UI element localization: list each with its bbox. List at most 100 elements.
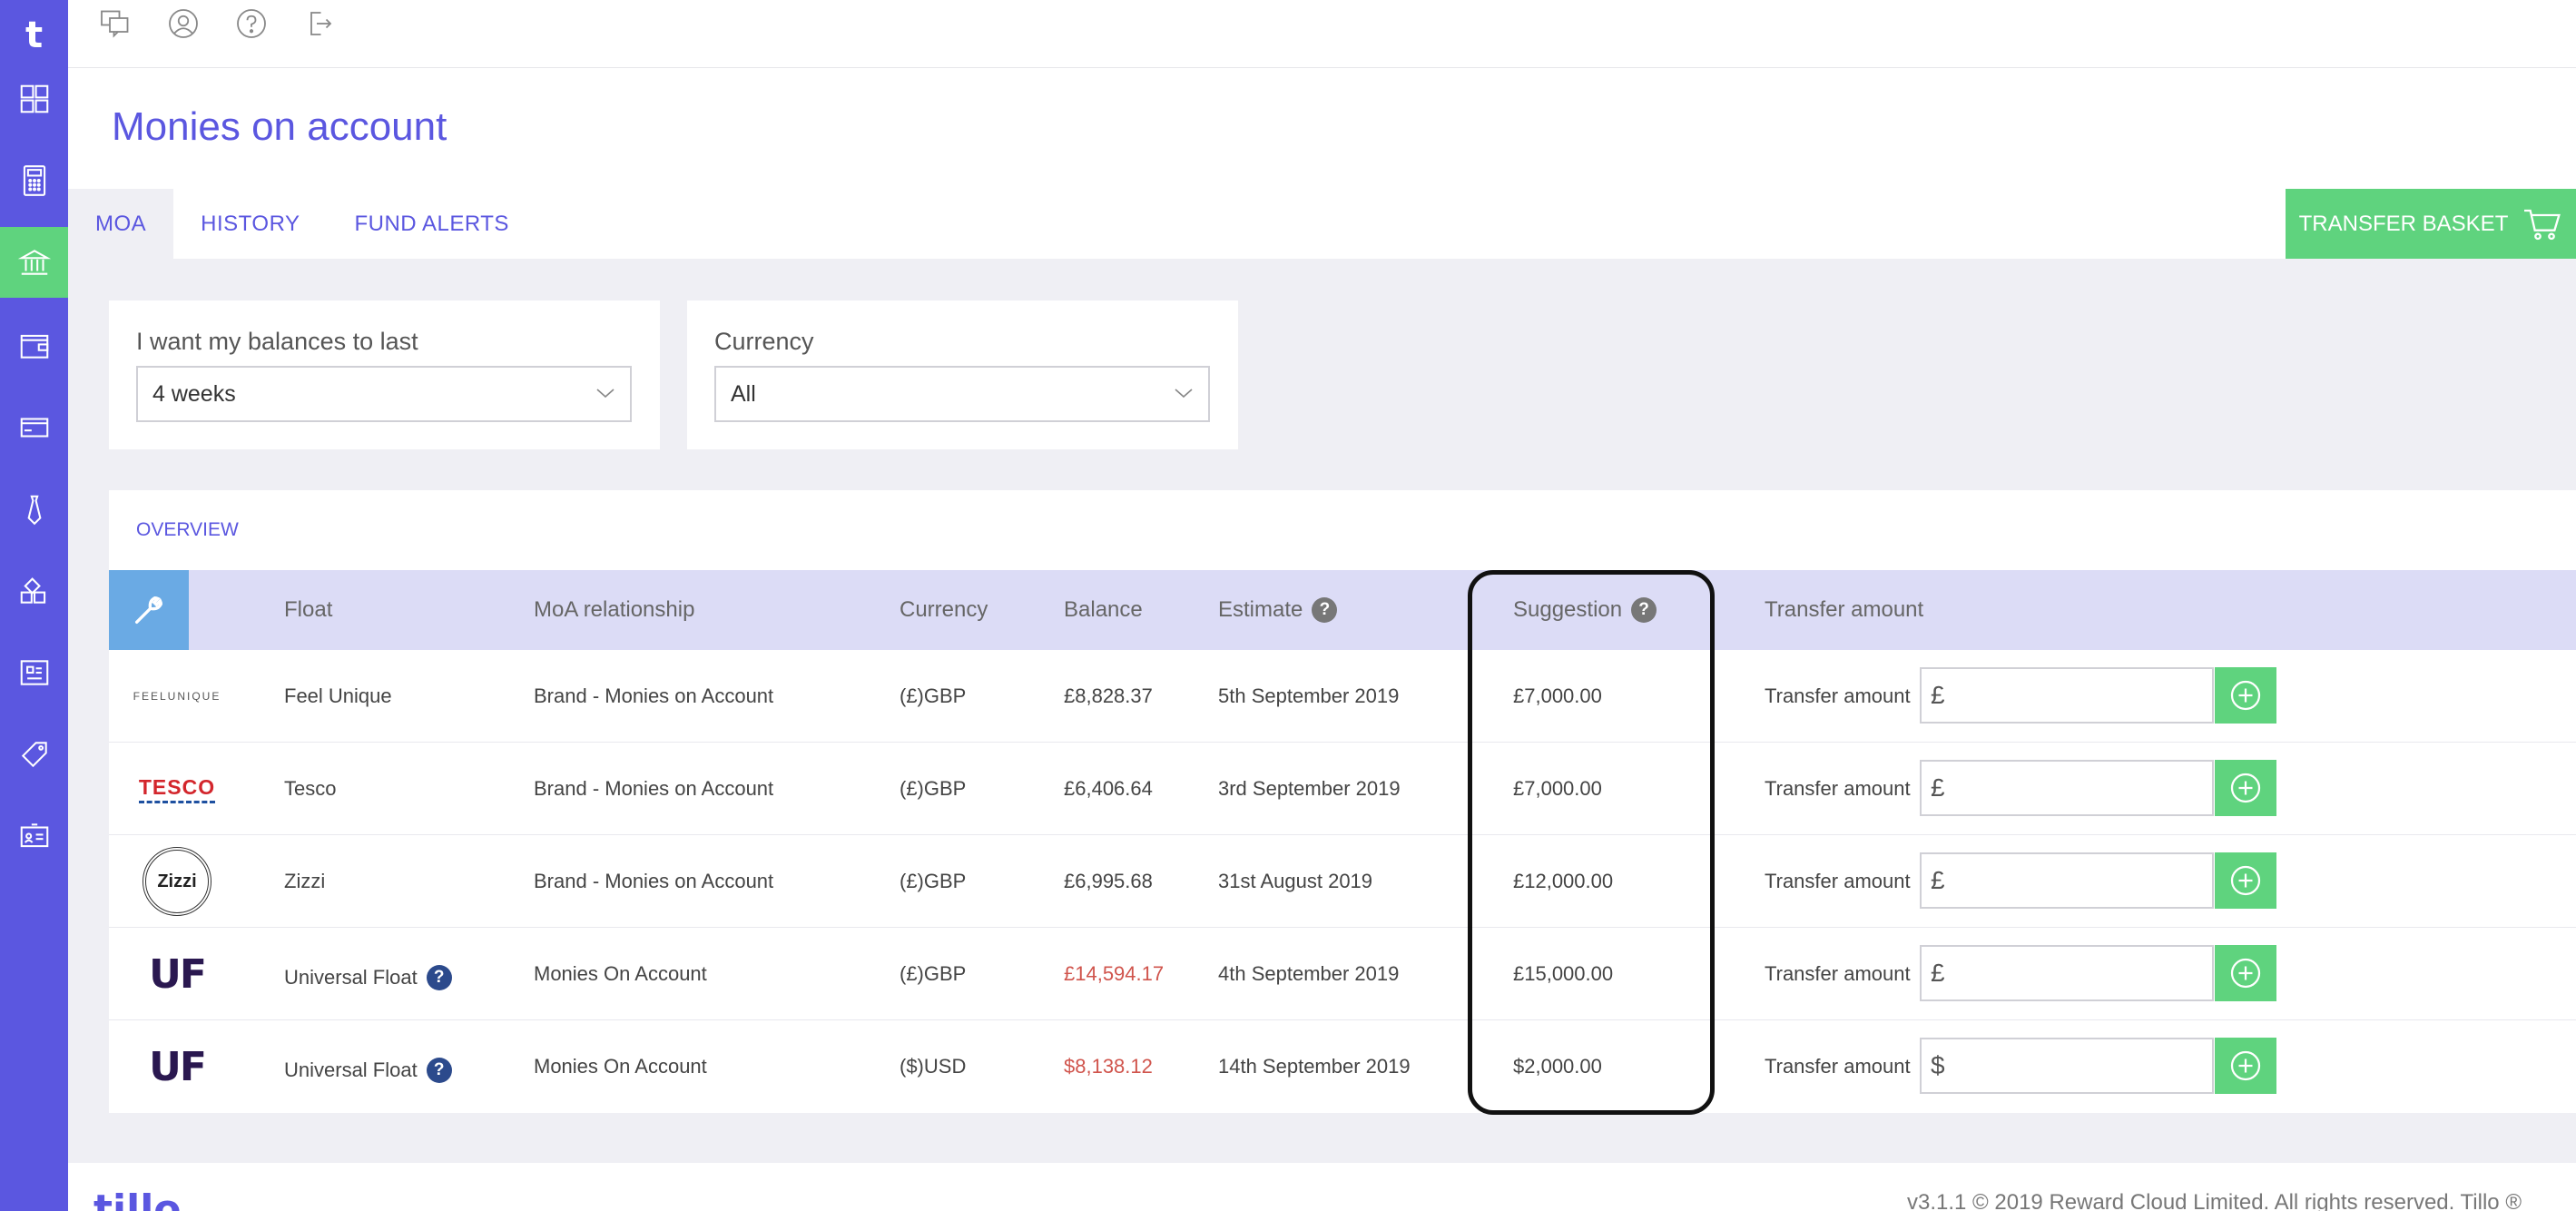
tag-icon: [21, 742, 47, 768]
page-title: Monies on account: [112, 104, 447, 149]
messages-button[interactable]: [97, 5, 133, 42]
table-row: UF Universal Float ? Monies On Account (…: [109, 1020, 2576, 1113]
help-button[interactable]: [233, 5, 270, 42]
transfer-amount-input[interactable]: £: [1920, 760, 2214, 816]
currency-symbol: $: [1931, 1051, 1945, 1079]
tesco-logo: TESCO: [138, 743, 216, 835]
add-to-basket-button[interactable]: [2215, 667, 2276, 724]
tab-fund-alerts[interactable]: FUND ALERTS: [327, 189, 536, 259]
sidebar-item-pricing[interactable]: [0, 719, 68, 790]
transfer-amount-label: Transfer amount: [1765, 777, 1911, 800]
chevron-down-icon: [1175, 389, 1193, 399]
boxes-icon: [20, 577, 45, 604]
balance: £8,828.37: [1064, 684, 1153, 707]
user-icon: [169, 9, 198, 38]
transfer-amount-input[interactable]: £: [1920, 667, 2214, 724]
balance: £14,594.17: [1064, 962, 1165, 985]
estimate: 4th September 2019: [1218, 962, 1400, 985]
column-header-relationship[interactable]: MoA relationship: [534, 570, 694, 650]
column-header-float[interactable]: Float: [284, 570, 332, 650]
relationship: Brand - Monies on Account: [534, 777, 774, 800]
sidebar-item-dashboard[interactable]: [0, 64, 68, 134]
column-header-estimate[interactable]: Estimate ?: [1218, 570, 1338, 650]
float-name: Zizzi: [284, 870, 326, 892]
currency: (£)GBP: [900, 962, 967, 985]
add-to-basket-button[interactable]: [2215, 760, 2276, 816]
footer: tillo v3.1.1 © 2019 Reward Cloud Limited…: [68, 1163, 2576, 1211]
universal-float-help-icon[interactable]: ?: [426, 965, 452, 990]
sidebar-item-cards[interactable]: [0, 392, 68, 463]
currency-symbol: £: [1931, 773, 1945, 802]
currency-label: Currency: [714, 328, 814, 355]
relationship: Brand - Monies on Account: [534, 870, 774, 892]
relationship: Brand - Monies on Account: [534, 684, 774, 707]
column-header-suggestion[interactable]: Suggestion ?: [1513, 570, 1657, 650]
sidebar-item-wallet[interactable]: [0, 310, 68, 381]
bank-icon: [17, 250, 51, 275]
float-name: Tesco: [284, 777, 337, 800]
universal-float-logo: UF: [149, 1043, 207, 1090]
suggestion: $2,000.00: [1513, 1055, 1602, 1078]
tab-moa[interactable]: MOA: [68, 189, 174, 259]
id-card-icon: [20, 823, 48, 848]
transfer-amount-input[interactable]: £: [1920, 945, 2214, 1001]
table-settings-button[interactable]: [109, 570, 189, 650]
suggestion: £12,000.00: [1513, 870, 1614, 892]
suggestion-header-label: Suggestion: [1513, 597, 1623, 622]
suggestion: £7,000.00: [1513, 777, 1602, 800]
feelunique-logo: FEELUNIQUE: [133, 690, 221, 703]
estimate-header-label: Estimate: [1218, 597, 1303, 622]
dashboard-icon: [20, 84, 48, 113]
app-logo[interactable]: t: [0, 0, 68, 71]
currency: (£)GBP: [900, 684, 967, 707]
overview-panel: OVERVIEW Float MoA relationship Currency…: [109, 490, 2576, 1113]
balance-duration-card: I want my balances to last 4 weeks: [109, 300, 660, 449]
suggestion-help-icon[interactable]: ?: [1631, 597, 1657, 623]
column-header-balance[interactable]: Balance: [1064, 570, 1143, 650]
transfer-basket-button[interactable]: TRANSFER BASKET: [2286, 189, 2576, 259]
tab-history[interactable]: HISTORY: [173, 189, 327, 259]
zizzi-logo: Zizzi: [138, 835, 216, 928]
universal-float-help-icon[interactable]: ?: [426, 1058, 452, 1083]
top-bar: [68, 0, 2576, 68]
sidebar-item-account[interactable]: [0, 801, 68, 871]
profile-button[interactable]: [165, 5, 202, 42]
currency-symbol: £: [1931, 959, 1945, 987]
transfer-amount-input[interactable]: £: [1920, 852, 2214, 909]
table-row: Zizzi Zizzi Brand - Monies on Account (£…: [109, 835, 2576, 928]
balance-duration-select[interactable]: 4 weeks: [136, 366, 632, 422]
overview-label: OVERVIEW: [136, 519, 239, 540]
sidebar-item-reports[interactable]: [0, 637, 68, 708]
sidebar-item-calculator[interactable]: [0, 145, 68, 216]
card-icon: [20, 418, 48, 438]
add-to-basket-button[interactable]: [2215, 945, 2276, 1001]
logout-button[interactable]: [301, 5, 338, 42]
sidebar-item-products[interactable]: [0, 556, 68, 626]
sidebar-item-monies-on-account[interactable]: [0, 227, 68, 298]
sidebar-item-clients[interactable]: [0, 474, 68, 545]
estimate-help-icon[interactable]: ?: [1312, 597, 1338, 623]
currency: (£)GBP: [900, 870, 967, 892]
column-header-currency[interactable]: Currency: [900, 570, 988, 650]
estimate: 14th September 2019: [1218, 1055, 1411, 1078]
add-to-basket-button[interactable]: [2215, 852, 2276, 909]
add-to-basket-button[interactable]: [2215, 1038, 2276, 1094]
transfer-amount-label: Transfer amount: [1765, 962, 1911, 985]
tab-bar: MOA HISTORY FUND ALERTS: [68, 189, 536, 259]
float-name-cell: Universal Float ?: [284, 1024, 452, 1117]
table-row: FEELUNIQUE Feel Unique Brand - Monies on…: [109, 650, 2576, 743]
chevron-down-icon: [596, 389, 615, 399]
cart-icon: [2524, 209, 2561, 240]
transfer-amount-input[interactable]: $: [1920, 1038, 2214, 1094]
sidebar: t: [0, 0, 68, 1211]
wrench-icon: [135, 596, 163, 624]
currency-symbol: £: [1931, 866, 1945, 894]
page-header: Monies on account MOA HISTORY FUND ALERT…: [68, 68, 2576, 259]
balance-duration-value: 4 weeks: [152, 380, 236, 407]
currency: ($)USD: [900, 1055, 967, 1078]
currency-select[interactable]: All: [714, 366, 1210, 422]
tie-icon: [27, 495, 41, 526]
chat-icon: [101, 10, 129, 38]
footer-logo: tillo: [93, 1186, 182, 1211]
relationship: Monies On Account: [534, 1055, 707, 1078]
